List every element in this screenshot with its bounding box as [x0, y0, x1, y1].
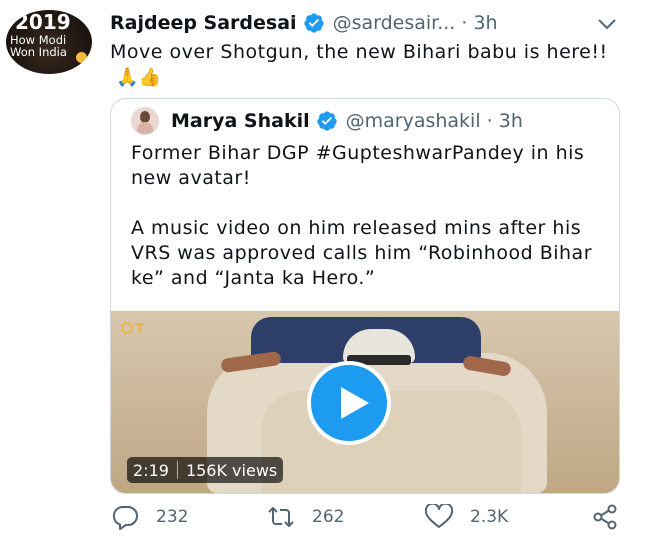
author-name[interactable]: Rajdeep Sardesai [110, 12, 297, 34]
video-player[interactable]: 2:19 156K views [111, 311, 619, 493]
channel-logo [121, 321, 147, 335]
video-duration: 2:19 [133, 460, 169, 480]
quoted-author-avatar [131, 107, 159, 135]
like-icon [424, 504, 454, 528]
retweet-icon [268, 507, 294, 527]
tweet-actions: 232 262 2.3K [110, 502, 622, 532]
reply-button[interactable]: 232 [110, 502, 188, 532]
quoted-author-name: Marya Shakil [171, 110, 310, 132]
like-count: 2.3K [470, 507, 509, 527]
video-thumbnail-body [261, 391, 521, 493]
tweet-body: Move over Shotgun, the new Bihari babu i… [110, 41, 608, 63]
play-icon [341, 387, 369, 419]
quoted-tweet-header: Marya Shakil @maryashakil · 3h [131, 107, 523, 135]
tweet-text: Move over Shotgun, the new Bihari babu i… [110, 40, 620, 90]
divider [176, 461, 178, 479]
quoted-paragraph-1: Former Bihar DGP #GupteshwarPandey in hi… [131, 142, 585, 189]
verified-icon [303, 12, 325, 34]
quoted-paragraph-2: A music video on him released mins after… [131, 217, 593, 289]
quoted-author-handle: @maryashakil · 3h [345, 110, 523, 132]
play-button[interactable] [307, 361, 391, 445]
retweet-count: 262 [312, 507, 345, 527]
avatar-year: 2019 [15, 10, 71, 34]
quoted-tweet[interactable]: Marya Shakil @maryashakil · 3h Former Bi… [110, 98, 620, 494]
share-icon [593, 504, 617, 530]
retweet-button[interactable]: 262 [266, 502, 344, 532]
video-views: 156K views [185, 460, 278, 480]
quoted-tweet-text: Former Bihar DGP #GupteshwarPandey in hi… [131, 141, 601, 316]
video-info-badge: 2:19 156K views [127, 457, 284, 483]
reply-icon [112, 506, 138, 530]
reply-count: 232 [156, 507, 189, 527]
author-handle[interactable]: @sardesair... · 3h [333, 12, 498, 34]
avatar-decoration [76, 52, 87, 63]
tweet-header: Rajdeep Sardesai @sardesair... · 3h [110, 10, 498, 36]
chevron-down-icon[interactable] [596, 16, 618, 32]
tweet-emoji: 🙏👍 [116, 67, 162, 88]
share-button[interactable] [592, 502, 636, 532]
author-avatar[interactable]: 2019 How Modi Won India [6, 10, 92, 74]
like-button[interactable]: 2.3K [424, 502, 508, 532]
verified-icon [316, 110, 338, 132]
